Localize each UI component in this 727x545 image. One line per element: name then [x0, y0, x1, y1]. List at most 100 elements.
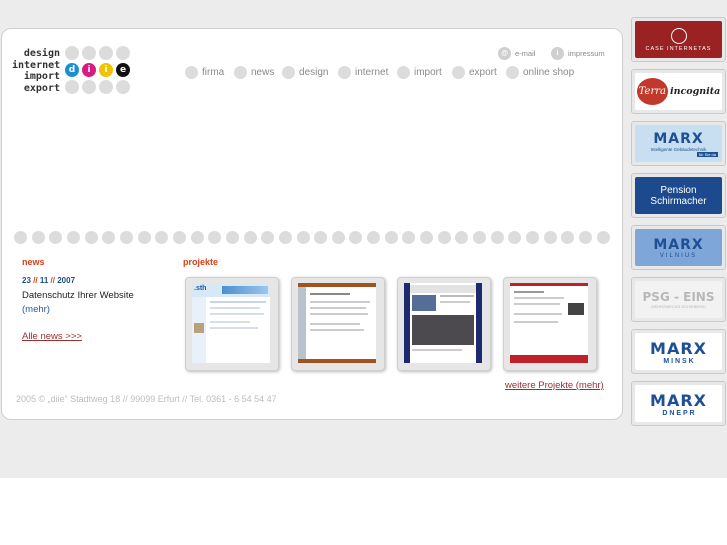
impressum-link[interactable]: i impressum [551, 46, 605, 60]
news-more-link[interactable]: (mehr) [22, 304, 50, 315]
all-news-link[interactable]: Alle news >>> [22, 331, 82, 342]
partner-banner-marx-dnepr[interactable]: MARX D N E P R [631, 381, 726, 426]
nav-item-import[interactable]: import [397, 65, 442, 79]
logo-letter-i2: i [99, 63, 113, 77]
partner-name-2: incognita [670, 86, 721, 97]
separator-dot [508, 231, 522, 244]
separator-dot [137, 231, 151, 244]
separator-dot [437, 231, 451, 244]
partner-city: D N E P R [662, 409, 695, 417]
separator-dot [225, 231, 239, 244]
separator-dot [84, 231, 98, 244]
nav-label: online shop [523, 66, 575, 78]
separator-dot [349, 231, 363, 244]
separator-dot [261, 231, 275, 244]
separator-dot [155, 231, 169, 244]
logo-dot [65, 80, 79, 94]
partner-banner-psg-eins[interactable]: PSG - EINS MEHRZWECKS-SCHIEBERAI [631, 277, 726, 322]
nav-label: internet [355, 66, 389, 78]
partner-name: PSG - EINS [642, 290, 715, 304]
date-separator: // [33, 276, 38, 285]
separator-dot [455, 231, 469, 244]
separator-dot [490, 231, 504, 244]
partner-name-2: Schirmacher [650, 195, 707, 207]
partner-name: MARX [653, 236, 704, 253]
logo-dot [99, 46, 113, 60]
partner-name: Pension [660, 184, 697, 196]
news-year: 2007 [57, 276, 76, 285]
separator-dot [331, 231, 345, 244]
projects-heading: projekte [183, 257, 219, 267]
partner-banner-marx-vilnius[interactable]: MARX VILNIUS [631, 225, 726, 270]
partner-city: M I N S K [663, 357, 694, 365]
nav-item-firma[interactable]: firma [185, 65, 224, 79]
separator-dot [296, 231, 310, 244]
nav-dot-icon [338, 65, 351, 79]
separator-dot [420, 231, 434, 244]
nav-dot-icon [234, 65, 247, 79]
logo-dot [116, 80, 130, 94]
separator-dot [579, 231, 592, 244]
separator-dot [172, 231, 186, 244]
email-link[interactable]: @ e-mail [498, 46, 535, 60]
partner-banner-marx[interactable]: MARX Intelligente Gebäudetechnik für Sie… [631, 121, 726, 166]
nav-dot-icon [452, 65, 465, 79]
partner-name: MARX [650, 390, 707, 410]
logo-dot-grid: d i i e [65, 46, 130, 94]
more-projects-link[interactable]: weitere Projekte (mehr) [505, 380, 604, 391]
nav-label: firma [202, 66, 225, 78]
project-thumbnail[interactable] [397, 277, 491, 371]
partner-banner-marx-minsk[interactable]: MARX M I N S K [631, 329, 726, 374]
nav-dot-icon [185, 65, 198, 79]
info-icon: i [551, 46, 564, 60]
news-headline: Datenschutz Ihrer Website [22, 290, 134, 301]
separator-dot [14, 231, 27, 244]
news-date: 23 // 11 // 2007 [22, 276, 75, 285]
bottom-band [0, 478, 727, 545]
logo-dot [116, 46, 130, 60]
separator-dot [208, 231, 222, 244]
separator-dot [190, 231, 204, 244]
nav-label: import [414, 66, 442, 78]
separator-dot [367, 231, 381, 244]
logo-word-design: design [23, 48, 60, 59]
project-logo-text: .sth [194, 285, 207, 292]
nav-dot-icon [506, 65, 519, 79]
nav-item-internet[interactable]: internet [338, 65, 388, 79]
nav-label: export [469, 66, 497, 78]
project-thumbnail[interactable]: .sth [185, 277, 279, 371]
separator-dot [278, 231, 292, 244]
logo-word-import: import [23, 71, 60, 82]
partner-name: MARX [653, 130, 704, 147]
partner-banner-terra-incognita[interactable]: Terra incognita [631, 69, 726, 114]
dot-separator [14, 231, 610, 244]
separator-dot [102, 231, 116, 244]
partner-banner-case-internetas[interactable]: CASE INTERNETAS [631, 17, 726, 62]
nav-item-online-shop[interactable]: online shop [506, 65, 574, 79]
project-thumbnail[interactable] [503, 277, 597, 371]
nav-item-export[interactable]: export [452, 65, 497, 79]
separator-dot [31, 231, 45, 244]
partner-name: MARX [650, 338, 707, 358]
crest-icon [670, 27, 687, 44]
separator-dot [543, 231, 557, 244]
news-heading: news [22, 257, 45, 267]
separator-dot [384, 231, 398, 244]
logo-wordmark[interactable]: design internet import export [12, 48, 60, 94]
logo-dot [82, 80, 96, 94]
logo-dot [99, 80, 113, 94]
partner-tagline: MEHRZWECKS-SCHIEBERAI [651, 304, 706, 309]
date-separator: // [50, 276, 55, 285]
partner-city: VILNIUS [659, 252, 698, 259]
copyright-text: 2005 © „diie“ Stadtweg 18 // 99099 Erfur… [16, 394, 277, 404]
logo-dot [82, 46, 96, 60]
nav-dot-icon [282, 65, 295, 79]
nav-item-design[interactable]: design [282, 65, 328, 79]
nav-item-news[interactable]: news [234, 65, 274, 79]
separator-dot [596, 231, 610, 244]
partner-banner-pension-schirmacher[interactable]: Pension Schirmacher [631, 173, 726, 218]
project-thumbnail[interactable] [291, 277, 385, 371]
logo-letter-e: e [116, 63, 130, 77]
partner-name: Terra [636, 78, 668, 105]
news-day: 23 [22, 276, 31, 285]
